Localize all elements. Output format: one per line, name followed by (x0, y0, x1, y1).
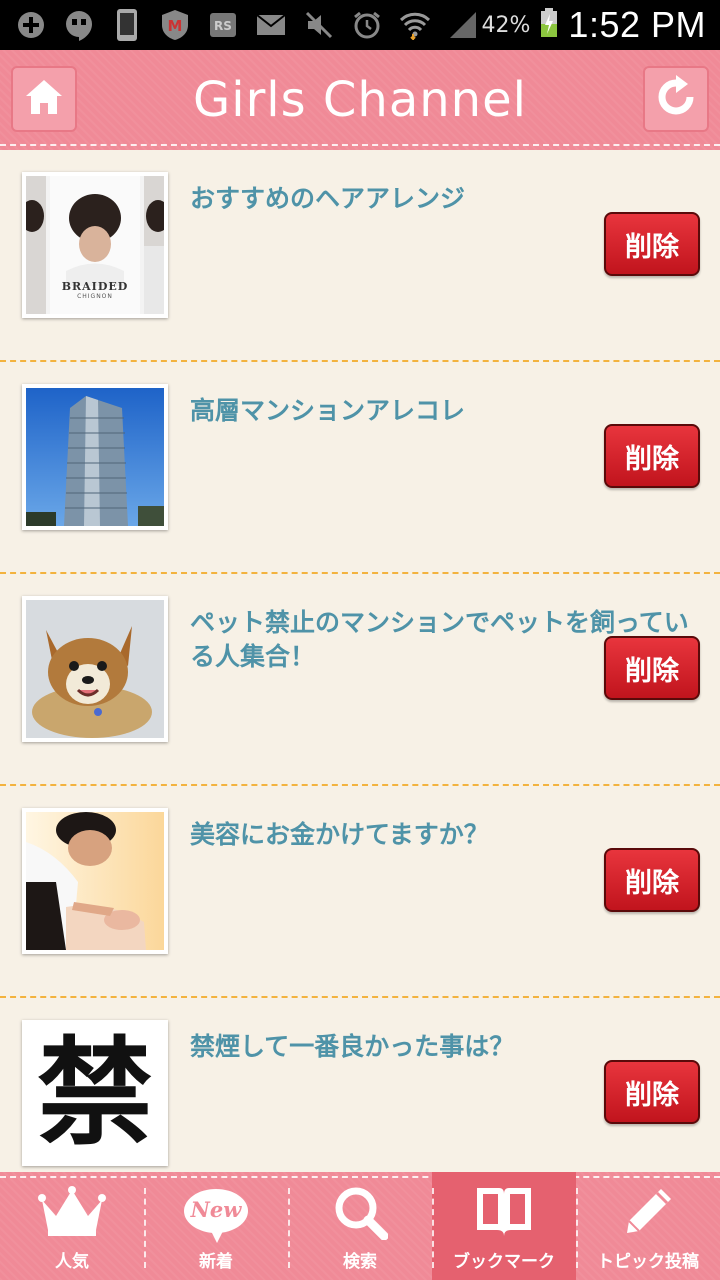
thumb-calligraphy: 禁 (37, 1025, 153, 1161)
thumbnail: BRAIDED CHIGNON (22, 172, 168, 318)
nav-post-topic[interactable]: トピック投稿 (576, 1172, 720, 1280)
list-item[interactable]: 禁 禁煙して一番良かった事は？ 削除 (0, 998, 720, 1172)
clock: 1:52 PM (568, 4, 706, 45)
nav-label: 人気 (55, 1252, 89, 1272)
mute-icon (302, 10, 336, 40)
list-item[interactable]: 美容にお金かけてますか？ 削除 (0, 786, 720, 998)
nav-new[interactable]: New 新着 (144, 1172, 288, 1280)
bottom-nav: 人気 New 新着 検索 ブックマーク トピック投稿 (0, 1172, 720, 1280)
refresh-button[interactable] (643, 66, 709, 132)
item-title[interactable]: 高層マンションアレコレ (190, 394, 690, 428)
battery-percent: 42% (481, 12, 531, 38)
item-title[interactable]: おすすめのヘアアレンジ (190, 182, 690, 216)
delete-button[interactable]: 削除 (604, 212, 700, 276)
svg-text:M: M (168, 17, 183, 35)
refresh-icon (654, 75, 698, 123)
wifi-icon (398, 10, 432, 40)
rss-icon: RS (206, 10, 240, 40)
mcafee-icon: M (158, 10, 192, 40)
new-badge-text: New (190, 1197, 242, 1222)
phone-icon (110, 9, 144, 41)
nav-label: トピック投稿 (597, 1252, 699, 1272)
new-badge-icon: New (183, 1181, 249, 1243)
app-header: Girls Channel (0, 50, 720, 150)
svg-text:RS: RS (214, 19, 232, 33)
thumbnail (22, 384, 168, 530)
home-button[interactable] (11, 66, 77, 132)
alarm-icon (350, 10, 384, 40)
mail-icon (254, 10, 288, 40)
home-icon (22, 77, 66, 121)
nav-search[interactable]: 検索 (288, 1172, 432, 1280)
nav-popular[interactable]: 人気 (0, 1172, 144, 1280)
book-icon (475, 1181, 533, 1243)
thumbnail (22, 808, 168, 954)
nav-label: 検索 (343, 1252, 377, 1272)
thumbnail (22, 596, 168, 742)
delete-button[interactable]: 削除 (604, 848, 700, 912)
item-title[interactable]: 禁煙して一番良かった事は？ (190, 1030, 690, 1064)
search-icon (332, 1181, 388, 1243)
delete-button[interactable]: 削除 (604, 424, 700, 488)
pencil-icon (621, 1181, 675, 1243)
delete-button[interactable]: 削除 (604, 636, 700, 700)
nav-label: ブックマーク (453, 1252, 555, 1272)
list-item[interactable]: BRAIDED CHIGNON おすすめのヘアアレンジ 削除 (0, 150, 720, 362)
page-title: Girls Channel (193, 72, 527, 128)
signal-icon (446, 10, 480, 40)
crown-icon (38, 1181, 106, 1243)
nav-label: 新着 (199, 1252, 233, 1272)
delete-button[interactable]: 削除 (604, 1060, 700, 1124)
list-item[interactable]: ペット禁止のマンションでペットを飼っている人集合！ 削除 (0, 574, 720, 786)
thumb-caption-sub: CHIGNON (77, 293, 113, 300)
thumb-caption: BRAIDED (61, 280, 129, 293)
bookmark-list: BRAIDED CHIGNON おすすめのヘアアレンジ 削除 高層マンションアレ… (0, 150, 720, 1172)
status-bar: M RS 42% 1:52 PM (0, 0, 720, 50)
item-title[interactable]: 美容にお金かけてますか？ (190, 818, 690, 852)
plus-circle-icon (14, 10, 48, 40)
hangouts-icon (62, 10, 96, 41)
nav-bookmark[interactable]: ブックマーク (432, 1172, 576, 1280)
list-item[interactable]: 高層マンションアレコレ 削除 (0, 362, 720, 574)
battery-charging-icon (540, 8, 558, 42)
thumbnail: 禁 (22, 1020, 168, 1166)
